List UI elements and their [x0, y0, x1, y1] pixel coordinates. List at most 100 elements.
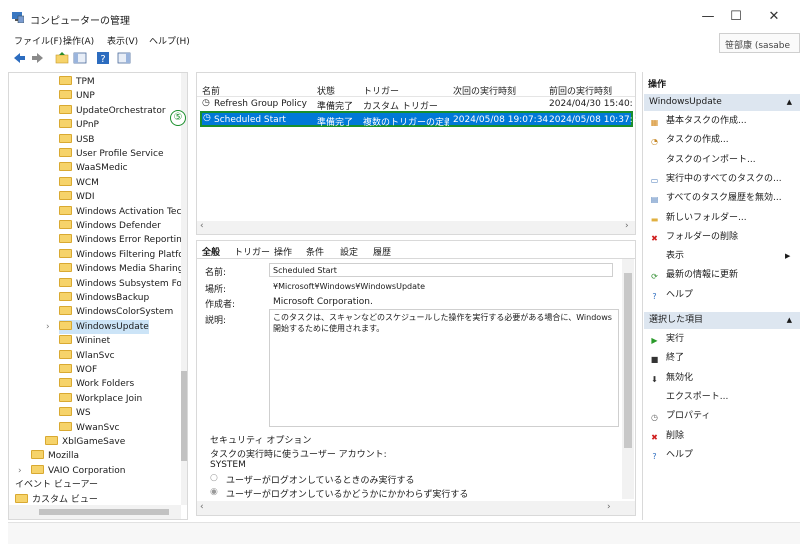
- action-item[interactable]: ▭ 実行中のすべてのタスクの...: [649, 170, 782, 188]
- scroll-left-icon[interactable]: ‹: [200, 221, 204, 231]
- radio-icon[interactable]: ○: [210, 473, 218, 483]
- action-item[interactable]: ▬ 新しいフォルダー...: [649, 209, 747, 227]
- details-scroll-thumb[interactable]: [624, 273, 632, 448]
- scroll-right-icon[interactable]: ›: [607, 502, 611, 512]
- action-item[interactable]: ✖ フォルダーの削除: [649, 228, 738, 246]
- tree-item[interactable]: Work Folders: [59, 377, 134, 391]
- tree-item[interactable]: WaaSMedic: [59, 161, 128, 175]
- details-hscroll[interactable]: ‹ ›: [197, 501, 635, 515]
- tree-item[interactable]: XblGameSave: [45, 435, 125, 449]
- tab-history[interactable]: 履歴: [373, 245, 391, 258]
- radio-regardless[interactable]: ユーザーがログオンしているかどうかにかかわらず実行する: [226, 487, 468, 500]
- table-row[interactable]: ◷ Refresh Group Policy 準備完了 カスタム トリガー 20…: [200, 98, 633, 110]
- tree-item[interactable]: Windows Subsystem Fo: [59, 277, 182, 291]
- tree-item[interactable]: WwanSvc: [59, 421, 119, 435]
- tree-item[interactable]: UpdateOrchestrator: [59, 104, 166, 118]
- action-item[interactable]: エクスポート...: [649, 388, 728, 406]
- action-item[interactable]: ⟳ 最新の情報に更新: [649, 266, 738, 284]
- tree-item[interactable]: WlanSvc: [59, 349, 115, 363]
- tree-item[interactable]: UNP: [59, 89, 95, 103]
- tree-item[interactable]: イベント ビューアー: [15, 478, 98, 492]
- tree-item[interactable]: Mozilla: [31, 449, 79, 463]
- group-windowsupdate[interactable]: WindowsUpdate ▲: [644, 94, 800, 111]
- column-trigger[interactable]: トリガー: [363, 84, 399, 97]
- author-label: 作成者:: [205, 300, 236, 310]
- action-item[interactable]: ? ヘルプ: [649, 446, 693, 464]
- action-item[interactable]: ✖ 削除: [649, 427, 684, 445]
- task-list-header: 名前 状態 トリガー 次回の実行時刻 前回の実行時刻: [197, 73, 635, 97]
- tab-triggers[interactable]: トリガー: [234, 245, 270, 258]
- column-last-run[interactable]: 前回の実行時刻: [549, 84, 612, 97]
- tree-item[interactable]: WindowsColorSystem: [59, 305, 173, 319]
- tree-item[interactable]: TPM: [59, 75, 95, 89]
- show-action-pane-icon[interactable]: [117, 51, 132, 65]
- expand-arrow-icon[interactable]: ›: [46, 320, 50, 334]
- back-arrow-icon[interactable]: [12, 51, 27, 65]
- tree-item[interactable]: Wininet: [59, 334, 110, 348]
- action-item[interactable]: ▶ 実行: [649, 330, 684, 348]
- column-name[interactable]: 名前: [202, 84, 220, 97]
- tree-scroll-thumb[interactable]: [181, 371, 187, 461]
- description-field[interactable]: このタスクは、スキャンなどのスケジュールした操作を実行する必要がある場合に、Wi…: [269, 309, 619, 427]
- tree-hscroll-thumb[interactable]: [39, 509, 169, 515]
- column-next-run[interactable]: 次回の実行時刻: [453, 84, 516, 97]
- action-item[interactable]: ■ 終了: [649, 349, 684, 367]
- group-selected-item[interactable]: 選択した項目 ▲: [644, 312, 800, 329]
- details-vscroll[interactable]: [622, 259, 634, 499]
- tree-item[interactable]: › WindowsUpdate: [46, 319, 149, 334]
- name-field[interactable]: Scheduled Start: [269, 263, 613, 277]
- show-hide-tree-icon[interactable]: [73, 51, 88, 65]
- tree-horizontal-scrollbar[interactable]: [9, 505, 181, 519]
- action-item[interactable]: ⬇ 無効化: [649, 369, 693, 387]
- tab-actions[interactable]: 操作: [274, 245, 292, 258]
- tree-item[interactable]: Windows Defender: [59, 219, 161, 233]
- scroll-right-icon[interactable]: ›: [625, 221, 629, 231]
- tree-item[interactable]: WS: [59, 406, 91, 420]
- action-item[interactable]: ◔ タスクの作成...: [649, 131, 729, 149]
- radio-selected-icon[interactable]: ◉: [210, 487, 218, 497]
- tree-item[interactable]: WOF: [59, 363, 97, 377]
- tab-conditions[interactable]: 条件: [306, 245, 324, 258]
- tree-item[interactable]: User Profile Service: [59, 147, 163, 161]
- table-row-selected[interactable]: ◷ Scheduled Start 準備完了 複数のトリガーの定義 2024/0…: [200, 111, 644, 128]
- action-item[interactable]: ? ヘルプ: [649, 286, 693, 304]
- tree-item-label: TPM: [76, 77, 95, 87]
- tree-item[interactable]: USB: [59, 133, 94, 147]
- up-folder-icon[interactable]: [55, 51, 70, 65]
- tree-item[interactable]: Windows Filtering Platfo: [59, 248, 184, 262]
- navigation-tree[interactable]: TPM UNP UpdateOrchestrator UPnP USB User Prof…: [8, 72, 188, 520]
- action-item[interactable]: ▤ すべてのタスク履歴を無効...: [649, 189, 782, 207]
- tree-item[interactable]: WindowsBackup: [59, 291, 149, 305]
- tree-item[interactable]: Windows Activation Tec: [59, 205, 181, 219]
- tree-vertical-scrollbar[interactable]: [181, 73, 187, 505]
- menu-action[interactable]: 操作(A): [63, 34, 94, 47]
- column-status[interactable]: 状態: [317, 84, 335, 97]
- tree-item[interactable]: Workplace Join: [59, 392, 142, 406]
- radio-logon-only[interactable]: ユーザーがログオンしているときのみ実行する: [226, 473, 415, 486]
- menu-view[interactable]: 表示(V): [107, 34, 138, 47]
- menu-file[interactable]: ファイル(F): [14, 34, 62, 47]
- tree-item[interactable]: UPnP: [59, 118, 99, 132]
- forward-arrow-icon[interactable]: [30, 51, 45, 65]
- action-item[interactable]: 表示 ▶: [649, 247, 790, 265]
- collapse-icon[interactable]: ▲: [787, 94, 792, 111]
- scroll-left-icon[interactable]: ‹: [200, 502, 204, 512]
- maximize-button[interactable]: ☐: [718, 6, 754, 28]
- action-item[interactable]: タスクのインポート...: [649, 151, 756, 169]
- close-button[interactable]: ✕: [756, 6, 792, 28]
- task-list-hscroll[interactable]: ‹ ›: [197, 221, 635, 234]
- tree-item[interactable]: Windows Error Reportin: [59, 233, 182, 247]
- expand-arrow-icon[interactable]: ›: [18, 464, 22, 478]
- task-list[interactable]: 名前 状態 トリガー 次回の実行時刻 前回の実行時刻 ◷ Refresh Gro…: [196, 72, 644, 235]
- tab-settings[interactable]: 設定: [340, 245, 358, 258]
- collapse-icon[interactable]: ▲: [787, 312, 792, 329]
- tree-item[interactable]: WCM: [59, 176, 99, 190]
- help-icon[interactable]: ?: [96, 51, 111, 65]
- action-item[interactable]: ◷ プロパティ: [649, 407, 710, 425]
- menu-help[interactable]: ヘルプ(H): [149, 34, 190, 47]
- tab-general[interactable]: 全般: [202, 245, 220, 258]
- tree-item[interactable]: › VAIO Corporation: [18, 464, 126, 478]
- tree-item[interactable]: WDI: [59, 190, 94, 204]
- tree-item[interactable]: Windows Media Sharing: [59, 262, 183, 276]
- action-item[interactable]: ▦ 基本タスクの作成...: [649, 112, 747, 130]
